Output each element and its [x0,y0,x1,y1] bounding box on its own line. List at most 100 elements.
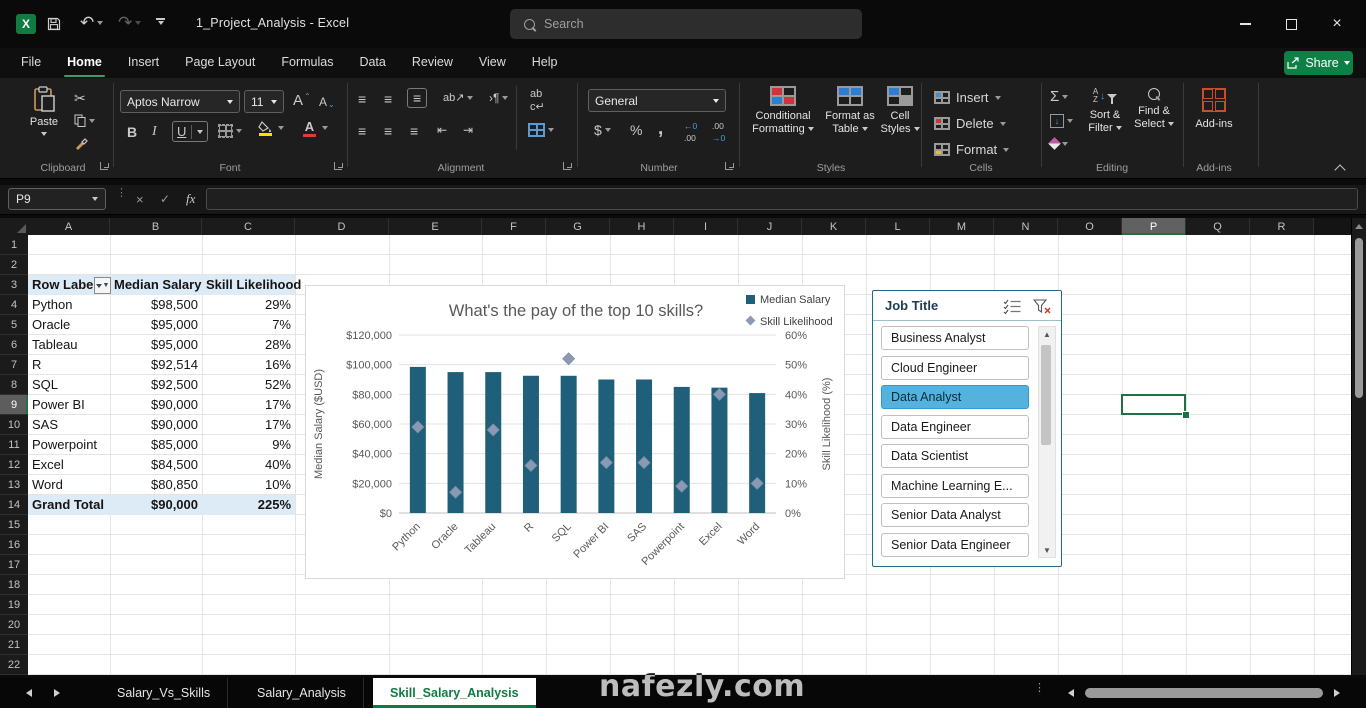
font-dialog-launcher[interactable] [334,162,342,170]
align-left-button[interactable]: ≡ [358,123,366,139]
font-color-button[interactable]: A [303,120,316,137]
percent-style-button[interactable]: % [630,122,642,138]
increase-decimal-button[interactable]: ←0.00 [684,122,697,143]
row-header-17[interactable]: 17 [0,555,28,575]
pivot-header-median-salary[interactable]: Median Salary [110,275,202,295]
sheet-tab-salary_vs_skills[interactable]: Salary_Vs_Skills [100,678,229,708]
pivot-median-salary[interactable]: $80,850 [110,475,202,495]
format-as-table-button[interactable]: Format as Table [820,86,880,136]
column-header-B[interactable]: B [110,218,202,235]
conditional-formatting-button[interactable]: Conditional Formatting [750,86,816,136]
italic-button[interactable]: I [152,124,157,140]
cells-canvas[interactable]: Row Labels Median Salary Skill Likelihood P… [28,235,1352,675]
row-header-16[interactable]: 16 [0,535,28,555]
row-header-18[interactable]: 18 [0,575,28,595]
redo-button[interactable]: ↷ [118,13,142,33]
row-header-20[interactable]: 20 [0,615,28,635]
slicer-item-cloud-engineer[interactable]: Cloud Engineer [881,355,1029,380]
clipboard-dialog-launcher[interactable] [100,162,108,170]
slicer-multiselect-button[interactable] [1003,299,1022,319]
pivot-skill-likelihood[interactable]: 16% [202,355,295,375]
pivot-skill-likelihood[interactable]: 17% [202,415,295,435]
comma-style-button[interactable]: , [658,118,663,140]
tabbar-options-icon[interactable]: ⋮ [1034,683,1045,694]
slicer-clear-filter-button[interactable] [1032,299,1052,320]
customize-quick-access-button[interactable] [156,18,165,25]
ribbon-tab-insert[interactable]: Insert [115,48,172,78]
column-header-O[interactable]: O [1058,218,1122,235]
namebox-resize-handle[interactable]: ⋮ [116,188,127,199]
wrap-text-button[interactable]: ab c↵ [530,89,545,113]
cell-styles-button[interactable]: Cell Styles [880,86,920,136]
row-header-4[interactable]: 4 [0,295,28,315]
confirm-entry-button[interactable]: ✓ [160,192,170,206]
pivot-skill-name[interactable]: SQL [28,375,110,395]
undo-button[interactable]: ↶ [80,13,104,33]
pivot-skill-name[interactable]: Tableau [28,335,110,355]
sheet-tab-skill_salary_analysis[interactable]: Skill_Salary_Analysis [373,678,536,708]
pivot-skill-likelihood[interactable]: 28% [202,335,295,355]
pivot-median-salary[interactable]: $92,500 [110,375,202,395]
cancel-entry-button[interactable]: × [136,192,144,207]
find-select-button[interactable]: Find & Select [1130,88,1178,131]
orientation-button[interactable]: ab↗ [443,91,474,104]
pivot-header-skill-likelihood[interactable]: Skill Likelihood [202,275,301,295]
decrease-indent-button[interactable]: ⇤ [437,123,447,137]
pivot-skill-likelihood[interactable]: 52% [202,375,295,395]
align-middle-button[interactable]: ≡ [384,91,392,107]
pivot-skill-name[interactable]: R [28,355,110,375]
pivot-skill-likelihood[interactable]: 7% [202,315,295,335]
pivot-median-salary[interactable]: $84,500 [110,455,202,475]
column-header-D[interactable]: D [295,218,389,235]
row-header-22[interactable]: 22 [0,655,28,675]
pivot-median-salary[interactable]: $90,000 [110,395,202,415]
clear-button[interactable] [1048,137,1068,150]
row-header-2[interactable]: 2 [0,255,28,275]
pivot-median-salary[interactable]: $92,514 [110,355,202,375]
decrease-decimal-button[interactable]: .00 →0 [712,122,725,143]
row-header-7[interactable]: 7 [0,355,28,375]
save-button[interactable] [46,16,62,32]
ribbon-tab-home[interactable]: Home [54,48,115,78]
number-dialog-launcher[interactable] [725,162,733,170]
column-header-A[interactable]: A [28,218,110,235]
hscroll-right-button[interactable] [1334,689,1340,697]
minimize-button[interactable] [1222,0,1268,48]
fill-button[interactable]: ↓ [1050,114,1073,128]
row-header-15[interactable]: 15 [0,515,28,535]
pivot-skill-likelihood[interactable]: 17% [202,395,295,415]
column-header-Q[interactable]: Q [1186,218,1250,235]
pivot-grand-total-likelihood[interactable]: 225% [202,495,295,515]
row-header-21[interactable]: 21 [0,635,28,655]
slicer-scrollbar[interactable]: ▲ ▼ [1038,326,1056,558]
align-center-button[interactable]: ≡ [384,123,392,139]
font-name-select[interactable]: Aptos Narrow [120,90,240,113]
row-header-11[interactable]: 11 [0,435,28,455]
slicer-item-data-analyst[interactable]: Data Analyst [881,385,1029,409]
underline-button[interactable]: U [172,121,209,142]
fill-color-dropdown[interactable] [278,126,284,130]
fill-handle[interactable] [1182,411,1190,419]
font-size-select[interactable]: 11 [244,90,284,113]
column-header-E[interactable]: E [389,218,482,235]
hscroll-left-button[interactable] [1068,689,1074,697]
pivot-grand-total-salary[interactable]: $90,000 [110,495,202,515]
row-header-8[interactable]: 8 [0,375,28,395]
column-header-K[interactable]: K [802,218,866,235]
pivot-skill-name[interactable]: Word [28,475,110,495]
collapse-ribbon-button[interactable] [1334,164,1346,176]
pivot-skill-name[interactable]: Power BI [28,395,110,415]
row-header-5[interactable]: 5 [0,315,28,335]
prev-sheet-button[interactable] [26,689,32,697]
alignment-dialog-launcher[interactable] [563,162,571,170]
format-painter-button[interactable] [74,136,88,150]
ribbon-tab-data[interactable]: Data [346,48,398,78]
number-format-select[interactable]: General [588,89,726,112]
ribbon-tab-view[interactable]: View [466,48,519,78]
horizontal-scroll-thumb[interactable] [1085,688,1323,698]
slicer-item-data-scientist[interactable]: Data Scientist [881,444,1029,468]
chart-object[interactable]: $0 0% $20,000 10% $40,000 20% $60,000 30% $80,00… [305,285,845,579]
pivot-skill-name[interactable]: SAS [28,415,110,435]
pivot-median-salary[interactable]: $90,000 [110,415,202,435]
next-sheet-button[interactable] [54,689,60,697]
